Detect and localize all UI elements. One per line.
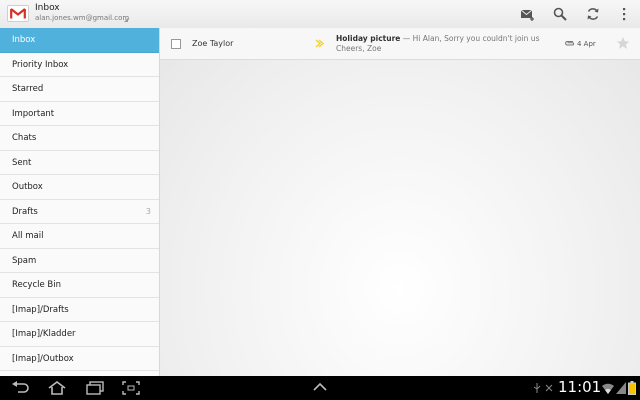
star-icon[interactable]	[616, 36, 630, 50]
sidebar-item-label: Chats	[12, 133, 37, 143]
account-switcher[interactable]: Inbox alan.jones.wm@gmail.com	[35, 3, 129, 23]
screenshot-icon[interactable]	[122, 381, 140, 395]
back-icon[interactable]	[10, 381, 30, 395]
sidebar-item-important[interactable]: Important	[0, 102, 159, 126]
sidebar-item-imap-drafts[interactable]: [Imap]/Drafts	[0, 298, 159, 322]
sidebar-item-all-mail[interactable]: All mail	[0, 224, 159, 249]
action-bar: Inbox alan.jones.wm@gmail.com	[0, 0, 640, 29]
sidebar-item-label: [Imap]/Kladder	[12, 329, 76, 339]
message-snippet: Hi Alan, Sorry you couldn't join us	[412, 34, 540, 43]
sidebar-item-starred[interactable]: Starred	[0, 77, 159, 102]
overflow-menu-icon[interactable]	[617, 7, 631, 21]
sidebar-item-label: Important	[12, 108, 55, 119]
attachment-icon	[565, 41, 575, 46]
search-icon[interactable]	[553, 7, 567, 21]
sidebar-item-label: All mail	[12, 231, 44, 241]
sidebar-item-label: [Imap]/Drafts	[12, 304, 69, 315]
message-date: 4 Apr	[577, 40, 596, 48]
usb-icon	[533, 383, 541, 393]
message-preview: Holiday picture — Hi Alan, Sorry you cou…	[336, 34, 539, 54]
select-checkbox[interactable]	[171, 39, 181, 49]
status-clock: 11:01	[558, 378, 602, 396]
subject-separator: —	[400, 34, 413, 43]
unread-count: 3	[145, 206, 151, 216]
important-marker-icon[interactable]	[315, 39, 324, 48]
sidebar-item-label: Spam	[12, 255, 37, 266]
message-sender: Zoe Taylor	[192, 39, 234, 48]
sidebar-item-label: Inbox	[12, 35, 36, 45]
sidebar-item-outbox[interactable]: Outbox	[0, 175, 159, 200]
sidebar-item-label: Outbox	[12, 182, 43, 192]
list-item[interactable]: Zoe Taylor Holiday picture — Hi Alan, So…	[160, 28, 640, 60]
wifi-icon	[602, 383, 614, 394]
page-title: Inbox	[35, 3, 60, 13]
sidebar-item-label: Starred	[12, 84, 44, 94]
account-dropdown-icon[interactable]	[124, 18, 128, 22]
recent-apps-icon[interactable]	[85, 381, 105, 395]
home-icon[interactable]	[47, 381, 67, 395]
message-list: Zoe Taylor Holiday picture — Hi Alan, So…	[160, 28, 640, 376]
refresh-icon[interactable]	[586, 7, 600, 21]
folder-list: Inbox Priority Inbox Starred Important C…	[0, 28, 160, 376]
message-subject: Holiday picture	[336, 34, 401, 43]
compose-icon[interactable]	[520, 7, 534, 21]
battery-icon	[628, 381, 636, 395]
debug-icon	[545, 384, 553, 392]
chevron-up-icon[interactable]	[312, 381, 328, 393]
system-navigation-bar: 11:01	[0, 376, 640, 400]
sidebar-item-label: Drafts	[12, 206, 38, 217]
sidebar-item-label: Priority Inbox	[12, 59, 69, 70]
message-snippet-line2: Cheers, Zoe	[336, 44, 382, 53]
sidebar-item-spam[interactable]: Spam	[0, 249, 159, 273]
gmail-logo-icon[interactable]	[7, 5, 29, 22]
sidebar-item-label: Recycle Bin	[12, 280, 62, 290]
sidebar-item-imap-kladder[interactable]: [Imap]/Kladder	[0, 322, 159, 347]
sidebar-item-priority-inbox[interactable]: Priority Inbox	[0, 53, 159, 77]
account-email: alan.jones.wm@gmail.com	[35, 14, 130, 22]
sidebar-item-drafts[interactable]: Drafts 3	[0, 200, 159, 224]
signal-icon	[616, 382, 626, 394]
sidebar-item-label: Sent	[12, 157, 32, 168]
sidebar-item-recycle-bin[interactable]: Recycle Bin	[0, 273, 159, 298]
sidebar-item-inbox[interactable]: Inbox	[0, 28, 159, 53]
sidebar-item-chats[interactable]: Chats	[0, 126, 159, 151]
sidebar-item-label: [Imap]/Outbox	[12, 353, 74, 364]
sidebar-item-imap-outbox[interactable]: [Imap]/Outbox	[0, 347, 159, 371]
sidebar-item-sent[interactable]: Sent	[0, 151, 159, 175]
